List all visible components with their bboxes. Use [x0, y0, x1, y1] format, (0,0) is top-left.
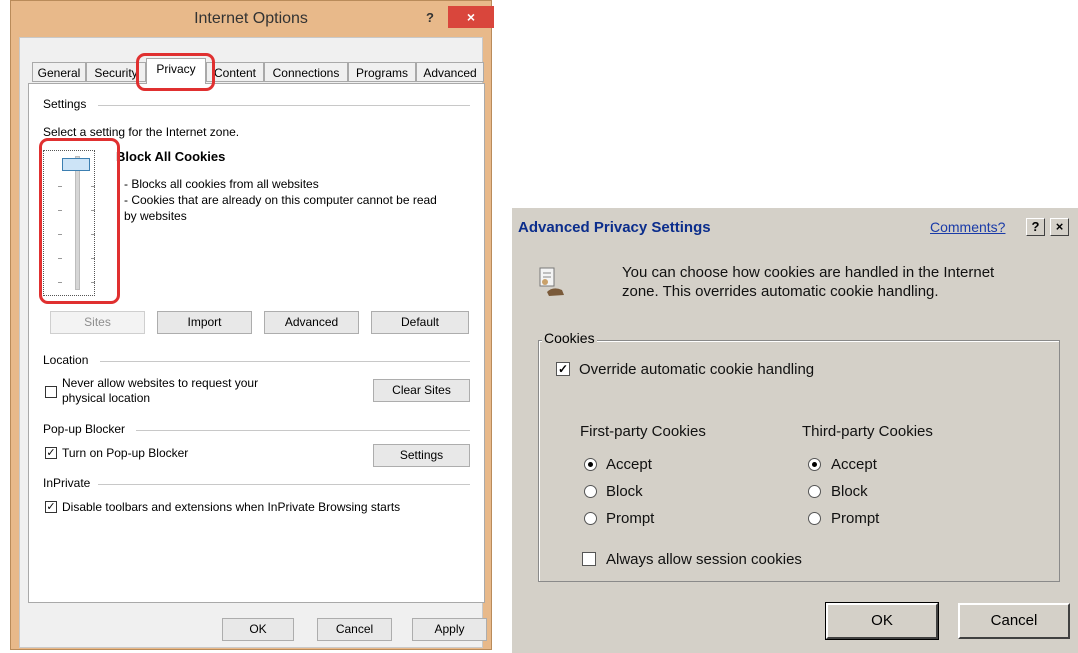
never-allow-location-label-line1: Never allow websites to request your [62, 376, 259, 390]
third-party-prompt-label: Prompt [831, 510, 880, 527]
tab-connections[interactable]: Connections [264, 62, 348, 82]
location-group-label: Location [43, 353, 95, 367]
window-title: Internet Options [194, 10, 308, 27]
ok-button[interactable]: OK [222, 618, 294, 641]
cookie-privacy-icon [539, 267, 564, 296]
apply-button[interactable]: Apply [412, 618, 487, 641]
import-button[interactable]: Import [157, 311, 252, 334]
cancel-button[interactable]: Cancel [958, 603, 1070, 639]
popup-settings-button[interactable]: Settings [373, 444, 470, 467]
inprivate-group-label: InPrivate [43, 476, 97, 490]
close-button[interactable]: × [1050, 218, 1069, 236]
third-party-accept-radio[interactable] [808, 458, 821, 471]
privacy-desc-line1: - Blocks all cookies from all websites [124, 177, 319, 191]
third-party-block-radio[interactable] [808, 485, 821, 498]
override-label: Override automatic cookie handling [579, 361, 815, 378]
session-cookies-label: Always allow session cookies [606, 551, 802, 568]
first-party-block-label: Block [606, 483, 643, 500]
default-button[interactable]: Default [371, 311, 469, 334]
never-allow-location-checkbox[interactable] [45, 386, 57, 398]
cancel-button[interactable]: Cancel [317, 618, 392, 641]
window-title: Advanced Privacy Settings [518, 219, 711, 236]
disable-toolbars-label: Disable toolbars and extensions when InP… [62, 500, 401, 514]
privacy-level-title: Block All Cookies [116, 149, 226, 164]
select-setting-text: Select a setting for the Internet zone. [43, 125, 240, 139]
clear-sites-button[interactable]: Clear Sites [373, 379, 470, 402]
settings-group-label: Settings [43, 97, 93, 111]
turn-on-popup-blocker-label: Turn on Pop-up Blocker [62, 446, 189, 460]
privacy-desc-line3: by websites [124, 209, 187, 223]
tab-privacy[interactable]: Privacy [146, 58, 206, 84]
session-cookies-checkbox[interactable] [582, 552, 596, 566]
first-party-accept-radio[interactable] [584, 458, 597, 471]
third-party-block-label: Block [831, 483, 868, 500]
sites-button[interactable]: Sites [50, 311, 145, 334]
first-party-prompt-label: Prompt [606, 510, 655, 527]
third-party-prompt-radio[interactable] [808, 512, 821, 525]
settings-group-line [98, 105, 470, 106]
first-party-accept-label: Accept [606, 456, 652, 473]
popup-blocker-group-label: Pop-up Blocker [43, 422, 132, 436]
never-allow-location-label-line2: physical location [62, 391, 151, 405]
third-party-accept-label: Accept [831, 456, 877, 473]
disable-toolbars-checkbox[interactable]: ✓ [45, 501, 57, 513]
advanced-button[interactable]: Advanced [264, 311, 359, 334]
close-button[interactable]: × [448, 6, 494, 28]
first-party-prompt-radio[interactable] [584, 512, 597, 525]
slider-highlight [39, 138, 120, 304]
tab-advanced[interactable]: Advanced [416, 62, 484, 82]
third-party-heading: Third-party Cookies [802, 423, 933, 440]
intro-text-line2: zone. This overrides automatic cookie ha… [622, 283, 939, 300]
turn-on-popup-blocker-checkbox[interactable]: ✓ [45, 447, 57, 459]
first-party-heading: First-party Cookies [580, 423, 706, 440]
privacy-desc-line2: - Cookies that are already on this compu… [124, 193, 437, 207]
first-party-block-radio[interactable] [584, 485, 597, 498]
tab-programs[interactable]: Programs [348, 62, 416, 82]
advanced-privacy-settings-window: Advanced Privacy Settings Comments? ? × … [512, 208, 1078, 653]
help-button[interactable]: ? [1026, 218, 1045, 236]
cookies-group-label: Cookies [542, 330, 597, 346]
tab-general[interactable]: General [32, 62, 86, 82]
ok-button[interactable]: OK [825, 602, 939, 640]
intro-text-line1: You can choose how cookies are handled i… [622, 264, 995, 281]
override-checkbox[interactable]: ✓ [556, 362, 570, 376]
comments-link[interactable]: Comments? [930, 219, 1005, 235]
help-button[interactable]: ? [426, 10, 434, 25]
